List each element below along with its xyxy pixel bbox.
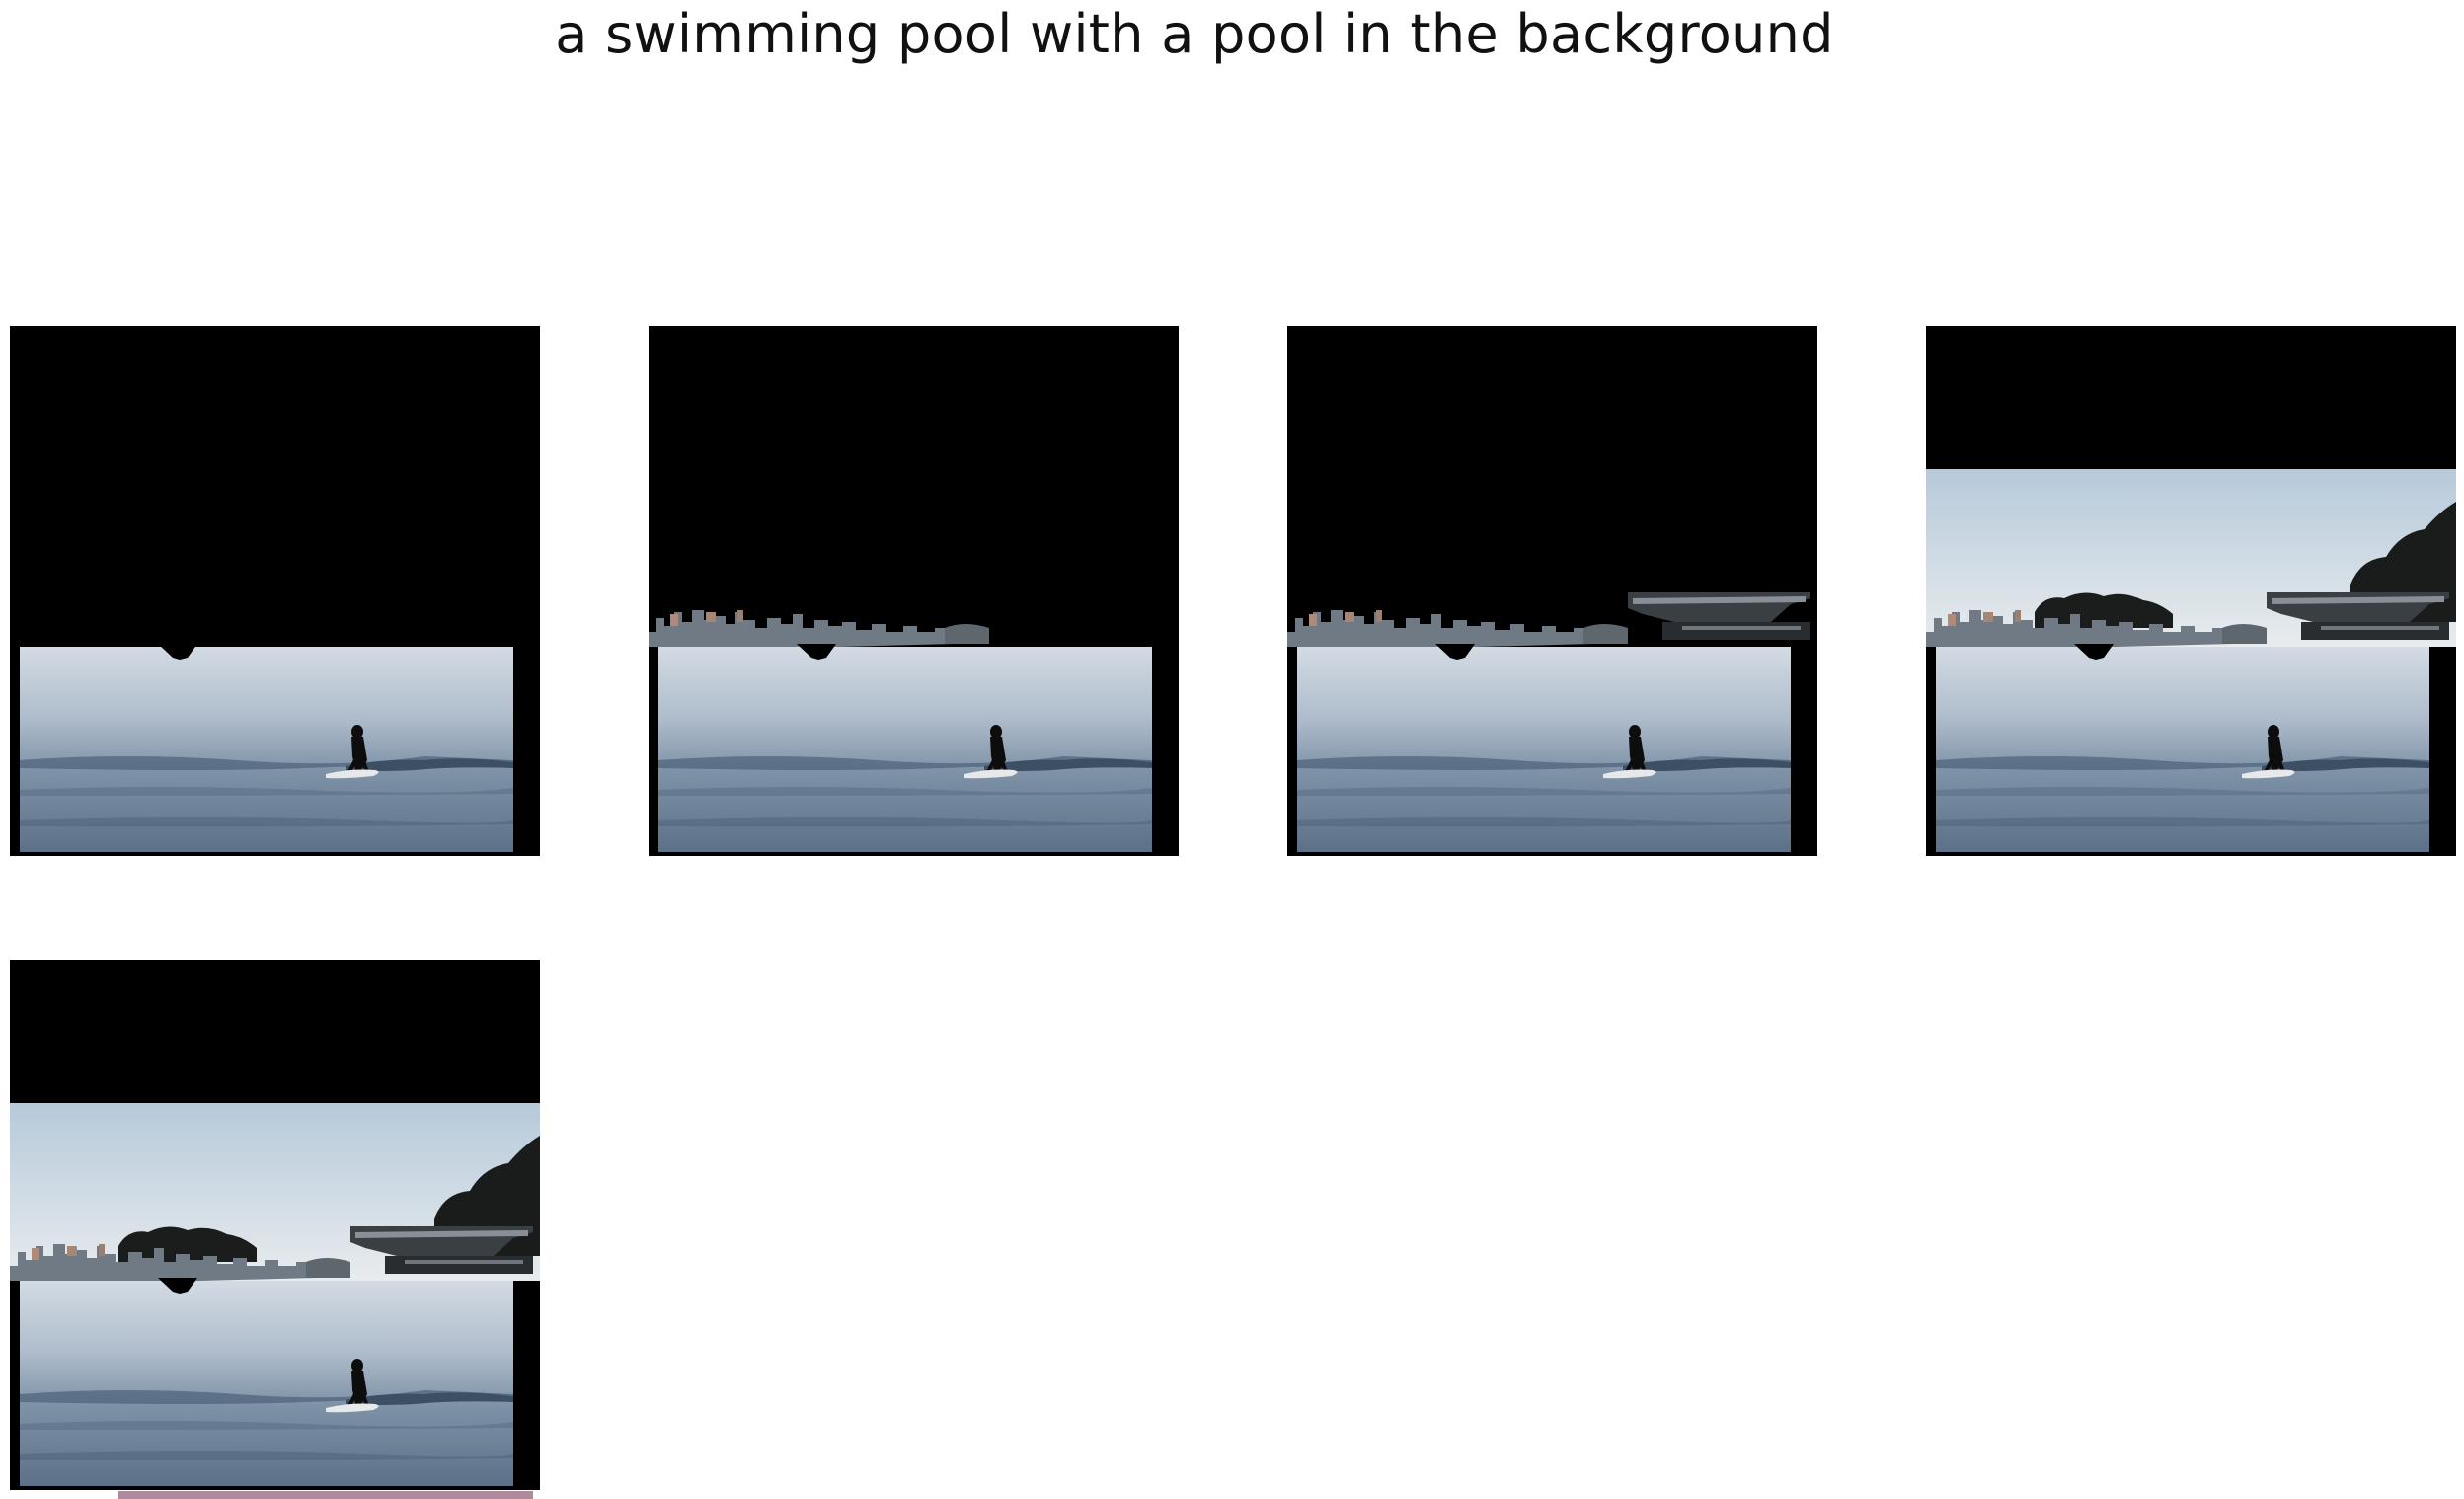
bottom-edge-artifact [118, 1491, 533, 1499]
image-panel-1 [10, 326, 540, 856]
image-panel-3 [1287, 326, 1817, 856]
panel-3-image [1287, 592, 1817, 856]
panel-1-image [10, 642, 540, 856]
image-panel-5 [10, 960, 540, 1490]
image-panel-4 [1926, 326, 2456, 856]
panel-5-image [10, 1103, 540, 1490]
panel-2-image [649, 610, 1179, 856]
figure-title: a swimming pool with a pool in the backg… [555, 3, 1834, 65]
image-panel-2 [649, 326, 1179, 856]
panel-4-image [1926, 469, 2456, 856]
